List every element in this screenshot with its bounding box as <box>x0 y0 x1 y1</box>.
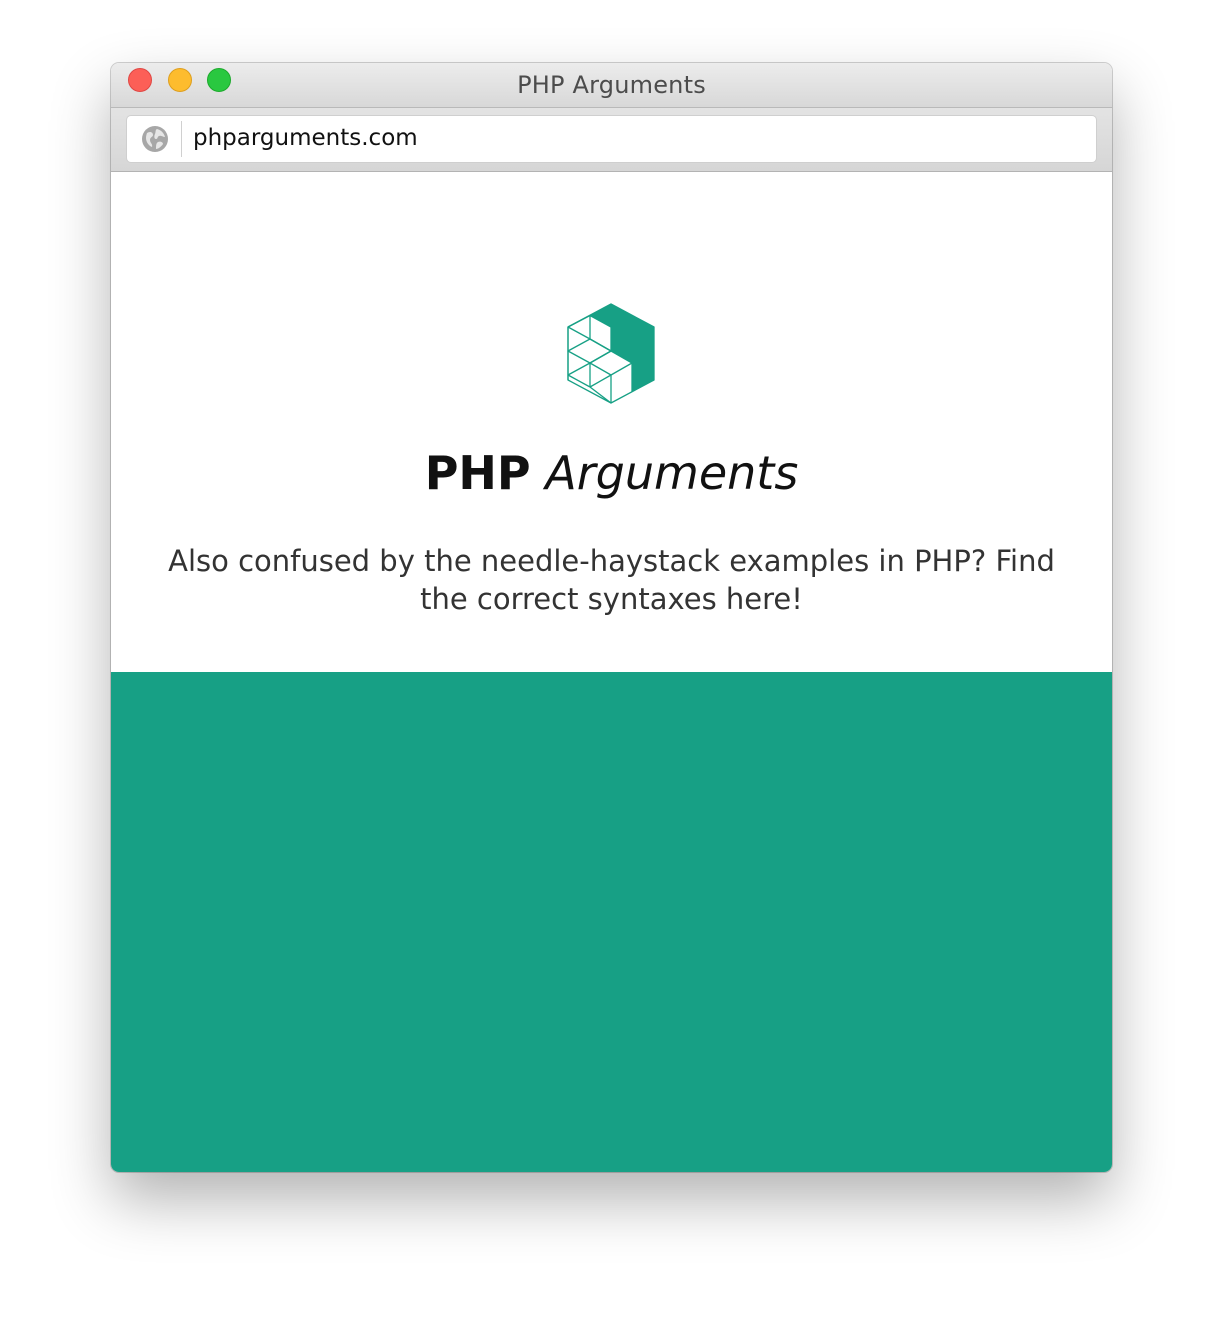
teal-section <box>111 672 1112 1172</box>
globe-icon <box>142 126 168 152</box>
address-bar[interactable]: phparguments.com <box>127 116 1096 162</box>
hero-section: PHP Arguments Also confused by the needl… <box>111 172 1112 672</box>
title-italic: Arguments <box>545 446 799 500</box>
address-separator <box>181 121 182 157</box>
page-content: PHP Arguments Also confused by the needl… <box>111 172 1112 1172</box>
title-bold: PHP <box>424 446 531 500</box>
url-text[interactable]: phparguments.com <box>193 125 418 151</box>
browser-window: PHP Arguments phparguments.com PHP Argum… <box>111 63 1112 1172</box>
page-title: PHP Arguments <box>111 444 1112 502</box>
browser-toolbar: phparguments.com <box>111 108 1112 172</box>
cubes-hexagon-logo <box>567 303 655 404</box>
tagline: Also confused by the needle-haystack exa… <box>168 544 1055 616</box>
title-bar[interactable]: PHP Arguments <box>111 63 1112 108</box>
window-title: PHP Arguments <box>517 71 706 99</box>
